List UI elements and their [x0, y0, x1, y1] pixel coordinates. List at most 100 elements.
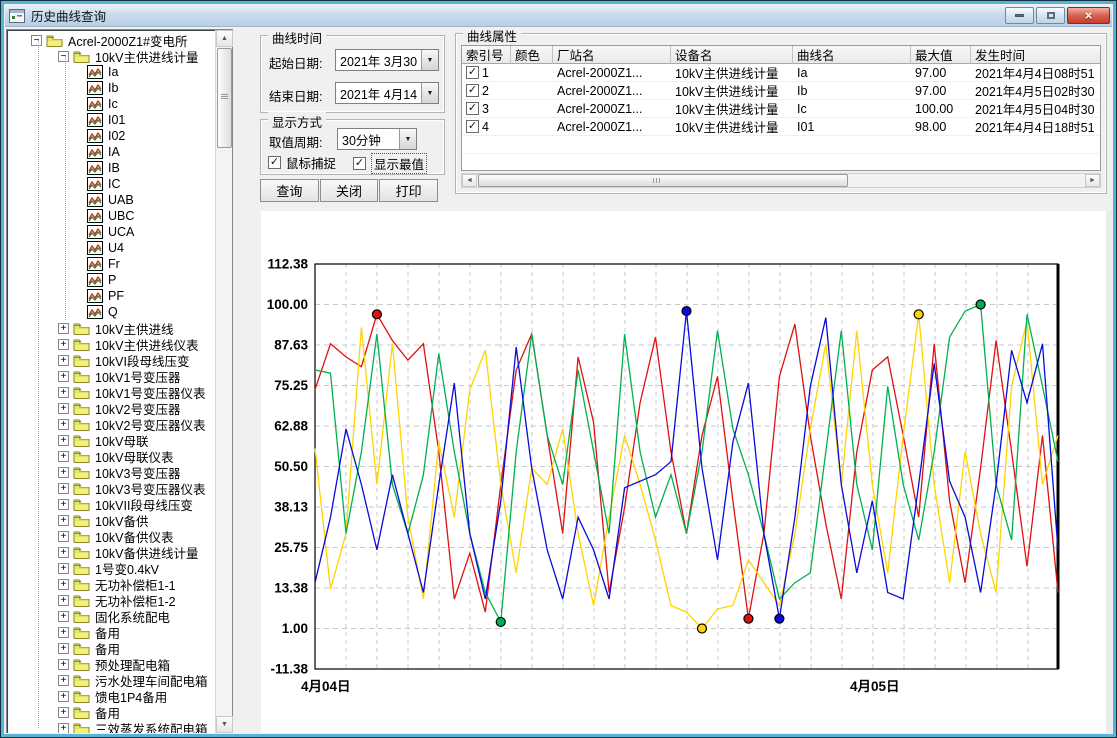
row-index: 3 [482, 102, 489, 116]
show-extremes-label: 显示最值 [371, 153, 427, 174]
chevron-down-icon[interactable]: ▼ [421, 83, 438, 103]
expand-icon[interactable]: + [58, 563, 69, 574]
tree-scrollbar[interactable]: ▲ ▼ [215, 30, 232, 733]
expand-icon[interactable]: + [58, 451, 69, 462]
expand-icon[interactable]: + [58, 355, 69, 366]
end-date-value: 2021年 4月14 [336, 83, 421, 103]
row-checkbox[interactable]: ✓ [466, 66, 479, 79]
close-button-action[interactable]: 关闭 [320, 179, 379, 202]
expand-icon[interactable]: + [58, 419, 69, 430]
expand-icon[interactable]: + [58, 611, 69, 622]
history-curve-chart[interactable]: 112.38100.0087.6375.2562.8850.5038.1325.… [261, 211, 1106, 733]
display-mode-group: 显示方式 取值周期: 30分钟 ▼ ✓ 鼠标捕捉 ✓ 显示最值 [260, 119, 445, 175]
scroll-down-icon[interactable]: ▼ [216, 716, 233, 733]
print-button[interactable]: 打印 [379, 179, 438, 202]
expand-icon[interactable]: + [58, 531, 69, 542]
folder-icon [73, 418, 90, 431]
expand-icon[interactable]: + [58, 659, 69, 670]
expand-icon[interactable]: + [58, 723, 69, 734]
close-button[interactable]: × [1067, 7, 1110, 24]
svg-text:-11.38: -11.38 [270, 662, 308, 677]
table-row[interactable]: ✓2Acrel-2000Z1...10kV主供进线计量Ib97.002021年4… [462, 82, 1100, 100]
expand-icon[interactable]: + [58, 707, 69, 718]
end-date-select[interactable]: 2021年 4月14 ▼ [335, 82, 439, 104]
col-header[interactable]: 颜色 [511, 46, 553, 64]
expand-icon[interactable]: + [58, 627, 69, 638]
checkbox-checked-icon[interactable]: ✓ [268, 156, 281, 169]
tree-item-label: Fr [108, 257, 120, 271]
chevron-down-icon[interactable]: ▼ [421, 50, 438, 70]
expand-icon[interactable]: + [58, 403, 69, 414]
device-tree-panel: −Acrel-2000Z1#变电所−10kV主供进线计量IaIbIcI01I02… [6, 29, 233, 733]
folder-icon [73, 466, 90, 479]
col-header[interactable]: 曲线名 [793, 46, 911, 64]
mouse-capture-checkbox[interactable]: ✓ 鼠标捕捉 [268, 153, 336, 172]
start-date-select[interactable]: 2021年 3月30 ▼ [335, 49, 439, 71]
table-row[interactable]: ✓3Acrel-2000Z1...10kV主供进线计量Ic100.002021年… [462, 100, 1100, 118]
titlebar[interactable]: 历史曲线查询 × [5, 5, 1112, 27]
collapse-icon[interactable]: − [31, 35, 42, 46]
expand-icon[interactable]: + [58, 643, 69, 654]
curve-icon [87, 193, 103, 207]
expand-icon[interactable]: + [58, 499, 69, 510]
empty-row [462, 136, 1100, 154]
col-header[interactable]: 最大值 [911, 46, 971, 64]
expand-icon[interactable]: + [58, 691, 69, 702]
expand-icon[interactable]: + [58, 339, 69, 350]
station-cell: Acrel-2000Z1... [553, 82, 671, 99]
expand-icon[interactable]: + [58, 323, 69, 334]
scroll-right-icon[interactable]: ► [1085, 174, 1100, 187]
tree-item-label: UBC [108, 209, 134, 223]
expand-icon[interactable]: + [58, 371, 69, 382]
expand-icon[interactable]: + [58, 595, 69, 606]
expand-icon[interactable]: + [58, 675, 69, 686]
col-header[interactable]: 发生时间 [971, 46, 1101, 64]
table-hscrollbar[interactable]: ◄ ► [461, 173, 1101, 188]
mouse-capture-label: 鼠标捕捉 [286, 153, 336, 172]
device-cell: 10kV主供进线计量 [671, 118, 793, 135]
extreme-marker-Ib [914, 310, 923, 319]
col-header[interactable]: 厂站名 [553, 46, 671, 64]
expand-icon[interactable]: + [58, 435, 69, 446]
time-cell: 2021年4月4日08时51 [971, 64, 1101, 81]
row-checkbox[interactable]: ✓ [466, 84, 479, 97]
svg-text:1.00: 1.00 [282, 621, 308, 636]
curve-icon [87, 81, 103, 95]
expand-icon[interactable]: + [58, 547, 69, 558]
table-row[interactable]: ✓4Acrel-2000Z1...10kV主供进线计量I0198.002021年… [462, 118, 1100, 136]
period-select[interactable]: 30分钟 ▼ [337, 128, 417, 150]
folder-icon [73, 626, 90, 639]
expand-icon[interactable]: + [58, 579, 69, 590]
station-cell: Acrel-2000Z1... [553, 100, 671, 117]
chevron-down-icon[interactable]: ▼ [399, 129, 416, 149]
minimize-button[interactable] [1005, 7, 1034, 24]
svg-text:4月04日: 4月04日 [301, 679, 351, 694]
show-extremes-checkbox[interactable]: ✓ 显示最值 [353, 153, 427, 174]
scroll-up-icon[interactable]: ▲ [216, 30, 233, 47]
col-header[interactable]: 设备名 [671, 46, 793, 64]
extreme-marker-I01 [682, 307, 691, 316]
row-checkbox[interactable]: ✓ [466, 120, 479, 133]
table-header: 索引号颜色厂站名设备名曲线名最大值发生时间 [462, 46, 1100, 64]
row-checkbox[interactable]: ✓ [466, 102, 479, 115]
expand-icon[interactable]: + [58, 483, 69, 494]
checkbox-checked-icon[interactable]: ✓ [353, 157, 366, 170]
tree-scrollbar-thumb[interactable] [217, 48, 232, 148]
row-index: 1 [482, 66, 489, 80]
table-row[interactable]: ✓1Acrel-2000Z1...10kV主供进线计量Ia97.002021年4… [462, 64, 1100, 82]
tree-item-label: Q [108, 305, 118, 319]
collapse-icon[interactable]: − [58, 51, 69, 62]
tree-item-label: I02 [108, 129, 125, 143]
restore-button[interactable] [1036, 7, 1065, 24]
expand-icon[interactable]: + [58, 515, 69, 526]
expand-icon[interactable]: + [58, 467, 69, 478]
tree-item-label: IC [108, 177, 121, 191]
curve-icon [87, 289, 103, 303]
table-hscrollbar-thumb[interactable] [478, 174, 848, 187]
scroll-left-icon[interactable]: ◄ [462, 174, 477, 187]
query-button[interactable]: 查询 [260, 179, 319, 202]
svg-text:4月05日: 4月05日 [850, 679, 900, 694]
svg-text:100.00: 100.00 [267, 297, 308, 312]
expand-icon[interactable]: + [58, 387, 69, 398]
col-header[interactable]: 索引号 [462, 46, 511, 64]
